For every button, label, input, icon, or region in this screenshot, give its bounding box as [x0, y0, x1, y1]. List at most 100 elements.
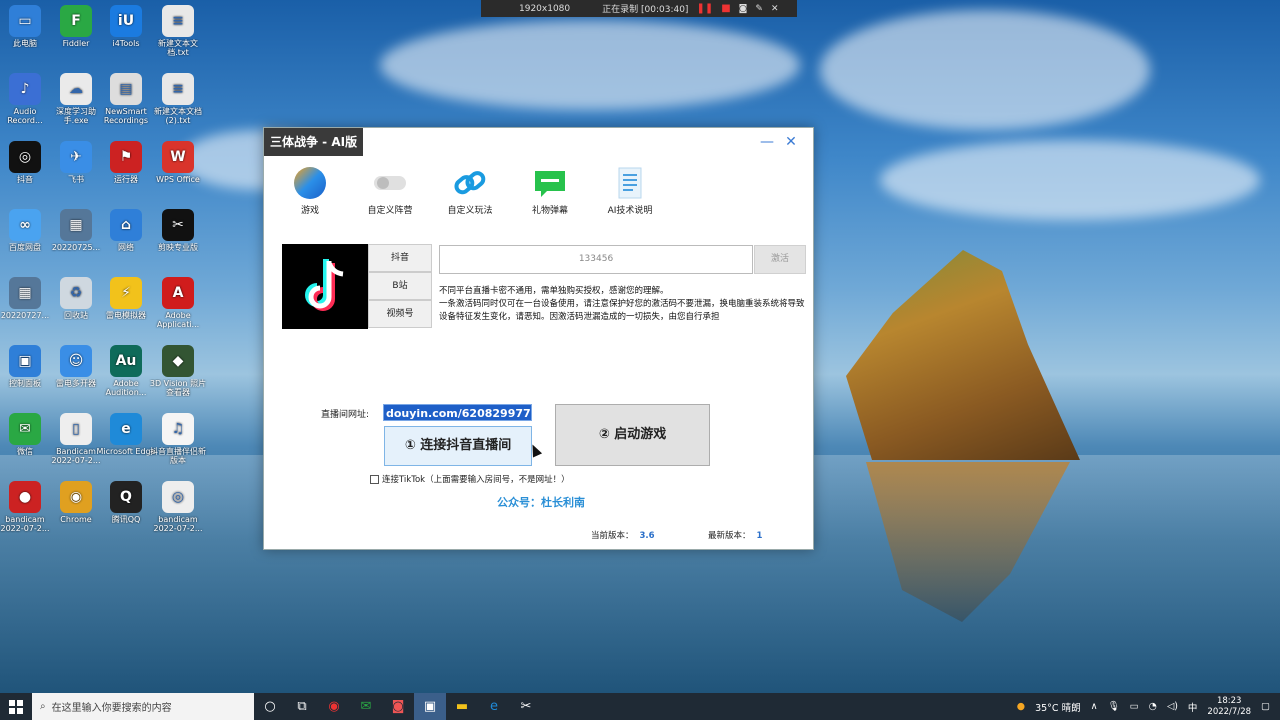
desktop-icon[interactable]: ≡ 新建文本文档(2).txt — [148, 73, 208, 125]
desktop-icon-label: 腾讯QQ — [111, 515, 141, 524]
desktop-app-icon: F — [60, 5, 92, 37]
desktop-icon[interactable]: ◆ 3D Vision 照片查看器 — [148, 345, 208, 397]
tool-custom-camp[interactable]: 自定义阵营 — [356, 156, 424, 224]
desktop-app-icon: ≡ — [162, 73, 194, 105]
close-icon[interactable]: ✕ — [771, 4, 779, 14]
desktop-icon-label: 抖音直播伴侣新版本 — [150, 447, 206, 465]
desktop-icon-label: Adobe Audition... — [105, 379, 147, 397]
pause-icon[interactable]: ❚❚ — [696, 3, 713, 14]
file-explorer-icon[interactable]: ▬ — [446, 693, 478, 720]
desktop-icon[interactable]: W WPS Office — [148, 141, 208, 184]
task-view-icon[interactable]: ⧉ — [286, 693, 318, 720]
activation-code-input[interactable]: 133456 — [439, 245, 753, 274]
app-taskbar-icon[interactable]: ▣ — [414, 693, 446, 720]
edge-taskbar-icon[interactable]: e — [478, 693, 510, 720]
camera-icon[interactable]: ◙ — [739, 4, 748, 14]
desktop-app-icon: ♪ — [9, 73, 41, 105]
weather-icon: ● — [1016, 701, 1026, 712]
platform-douyin-button[interactable]: 抖音 — [368, 244, 432, 272]
screen-recorder-bar: 1920x1080 正在录制 [00:03:40] ❚❚ ■ ◙ ✎ ✕ — [481, 0, 797, 17]
desktop-app-icon: ⌂ — [110, 209, 142, 241]
desktop-icon-label: 3D Vision 照片查看器 — [149, 379, 207, 397]
minimize-icon[interactable]: — — [757, 132, 777, 152]
tiktok-checkbox[interactable] — [370, 474, 379, 484]
platform-bilibili-button[interactable]: B站 — [368, 272, 432, 300]
desktop-icon[interactable]: ▤ NewSmart Recordings — [96, 73, 156, 125]
tool-label: 礼物弹幕 — [531, 206, 568, 216]
connect-live-button[interactable]: ① 连接抖音直播间 — [384, 426, 532, 466]
notification-icon[interactable]: ▢ — [1261, 701, 1270, 712]
desktop-app-icon: ☁ — [60, 73, 92, 105]
weather-text[interactable]: 35°C 晴朗 — [1035, 700, 1081, 714]
platform-channels-button[interactable]: 视频号 — [368, 300, 432, 328]
toggle-icon — [372, 166, 408, 200]
wechat-taskbar-icon[interactable]: ✉ — [350, 693, 382, 720]
desktop-app-icon: ◆ — [162, 345, 194, 377]
desktop-app-icon: ◉ — [60, 481, 92, 513]
activate-button[interactable]: 激活 — [754, 245, 806, 274]
tiktok-option: 连接TikTok（上面需要输入房间号，不是网址！） — [370, 473, 570, 485]
start-game-button[interactable]: ② 启动游戏 — [555, 404, 710, 466]
desktop-icon-label: Microsoft Edge — [96, 447, 156, 456]
tool-ai-explain[interactable]: AI技术说明 — [596, 156, 664, 224]
desktop-icon[interactable]: ✂ 剪映专业版 — [148, 209, 208, 252]
desktop-icon[interactable]: Au Adobe Audition... — [96, 345, 156, 397]
desktop-icon[interactable]: ≡ 新建文本文档.txt — [148, 5, 208, 57]
taskbar-clock[interactable]: 18:23 2022/7/28 — [1207, 696, 1251, 718]
desktop-app-icon: ▣ — [9, 345, 41, 377]
volume-icon[interactable]: ◁) — [1167, 701, 1178, 712]
tool-custom-play[interactable]: 自定义玩法 — [436, 156, 504, 224]
windows-logo-icon — [9, 699, 23, 714]
taskbar-search[interactable]: ⌕ 在这里输入你要搜索的内容 — [32, 693, 254, 720]
desktop-app-icon: iU — [110, 5, 142, 37]
network-icon[interactable]: ◔ — [1149, 701, 1157, 712]
stop-icon[interactable]: ■ — [721, 3, 730, 14]
desktop-icon-label: NewSmart Recordings — [103, 107, 149, 125]
notice-line: 不同平台直播卡密不通用，需单独购买授权，感谢您的理解。 — [439, 286, 669, 296]
capcut-taskbar-icon[interactable]: ✂ — [510, 693, 542, 720]
desktop-icon-label: 剪映专业版 — [158, 243, 198, 252]
desktop-icon[interactable]: Q 腾讯QQ — [96, 481, 156, 524]
desktop-icon[interactable]: ⌂ 网络 — [96, 209, 156, 252]
desktop-icon-label: 新建文本文档.txt — [158, 39, 198, 57]
bandicam-taskbar-icon[interactable]: ◉ — [318, 693, 350, 720]
chevron-up-icon[interactable]: ∧ — [1091, 701, 1098, 712]
tool-gift-danmaku[interactable]: 礼物弹幕 — [516, 156, 584, 224]
desktop-icon[interactable]: ⚡ 雷电模拟器 — [96, 277, 156, 320]
message-icon — [532, 166, 568, 200]
tool-game[interactable]: 游戏 — [276, 156, 344, 224]
desktop-icon-label: 运行器 — [114, 175, 138, 184]
desktop-icon[interactable]: ◎ bandicam 2022-07-2... — [148, 481, 208, 533]
desktop-app-icon: ♫ — [162, 413, 194, 445]
desktop-icon-label: 新建文本文档(2).txt — [154, 107, 202, 125]
ime-icon[interactable]: 中 — [1188, 700, 1198, 714]
latest-version-label: 最新版本： — [708, 531, 751, 541]
desktop-icon[interactable]: e Microsoft Edge — [96, 413, 156, 456]
desktop-icon[interactable]: iU i4Tools — [96, 5, 156, 48]
desktop-icon[interactable]: ⚑ 运行器 — [96, 141, 156, 184]
tool-label: 自定义阵营 — [367, 206, 413, 216]
desktop-icon-label: WPS Office — [156, 175, 200, 184]
live-url-input[interactable]: douyin.com/620829977401 — [383, 404, 532, 421]
pen-icon[interactable]: ✎ — [755, 4, 763, 14]
desktop-app-icon: ● — [9, 481, 41, 513]
microphone-icon[interactable]: 🎙 — [1108, 701, 1120, 712]
latest-version: 最新版本： 1 — [708, 529, 762, 541]
desktop-app-icon: A — [162, 277, 194, 309]
desktop-icon-label: i4Tools — [112, 39, 140, 48]
desktop-app-icon: ✂ — [162, 209, 194, 241]
desktop-app-icon: ∞ — [9, 209, 41, 241]
cortana-icon[interactable]: ○ — [254, 693, 286, 720]
windows-start-button[interactable] — [0, 693, 32, 720]
desktop-icon-label: 网络 — [118, 243, 134, 252]
desktop-icon[interactable]: A Adobe Applicati... — [148, 277, 208, 329]
title-bar: 三体战争 - AI版 — ✕ — [264, 128, 813, 156]
desktop-app-icon: ☺ — [60, 345, 92, 377]
battery-icon[interactable]: ▭ — [1130, 701, 1139, 712]
desktop-icon[interactable]: ♫ 抖音直播伴侣新版本 — [148, 413, 208, 465]
close-icon[interactable]: ✕ — [781, 132, 801, 152]
taskbar: ⌕ 在这里输入你要搜索的内容 ○ ⧉ ◉ ✉ ◙ ▣ ▬ e ✂ ● 35°C … — [0, 693, 1280, 720]
toolbar: 游戏 自定义阵营 自定义玩法 礼物弹幕 AI技术说明 — [264, 156, 813, 224]
desktop-app-icon: ▯ — [60, 413, 92, 445]
recorder-taskbar-icon[interactable]: ◙ — [382, 693, 414, 720]
